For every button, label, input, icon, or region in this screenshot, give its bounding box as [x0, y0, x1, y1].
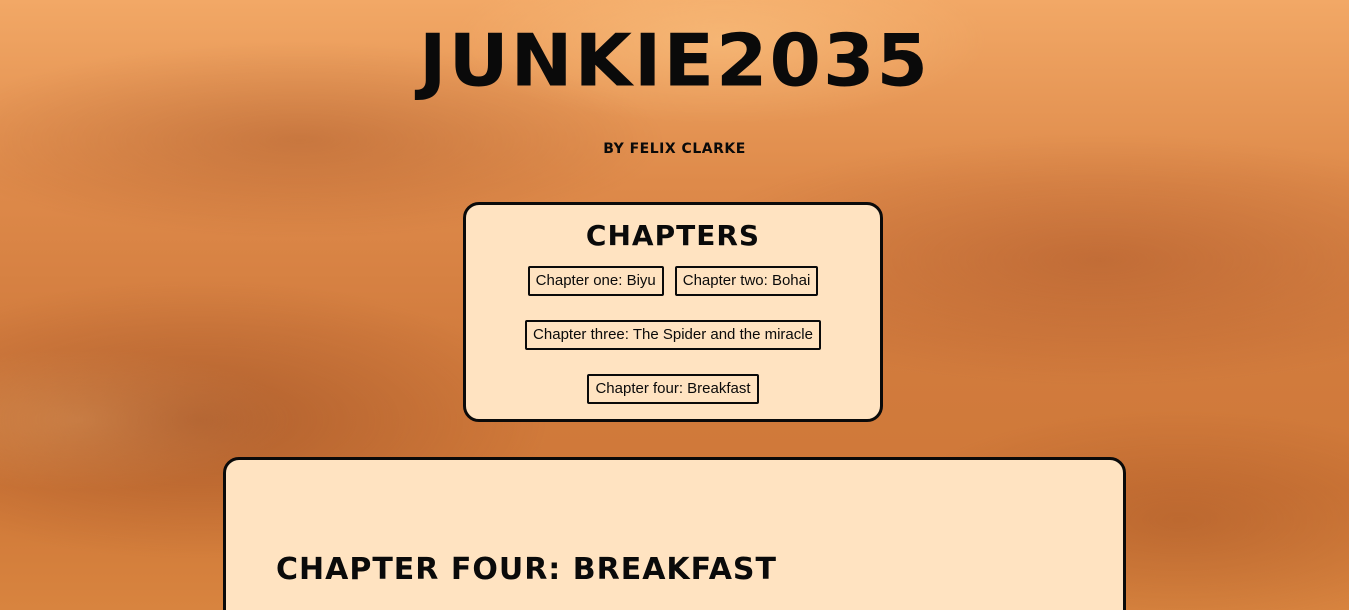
author-byline: BY FELIX CLARKE [603, 141, 746, 157]
chapters-nav-card: CHAPTERS Chapter one: Biyu Chapter two: … [463, 202, 883, 422]
site-title: JUNKIE2035 [419, 18, 930, 104]
chapter-links: Chapter one: Biyu Chapter two: Bohai Cha… [466, 266, 880, 404]
chapters-heading: CHAPTERS [585, 219, 761, 252]
chapter-content-card: CHAPTER FOUR: BREAKFAST [223, 457, 1126, 610]
chapter-title: CHAPTER FOUR: BREAKFAST [276, 552, 777, 587]
chapter-link-three[interactable]: Chapter three: The Spider and the miracl… [525, 320, 821, 350]
chapter-link-two[interactable]: Chapter two: Bohai [674, 266, 819, 296]
chapter-link-one[interactable]: Chapter one: Biyu [527, 266, 664, 296]
chapter-link-four[interactable]: Chapter four: Breakfast [587, 374, 759, 404]
